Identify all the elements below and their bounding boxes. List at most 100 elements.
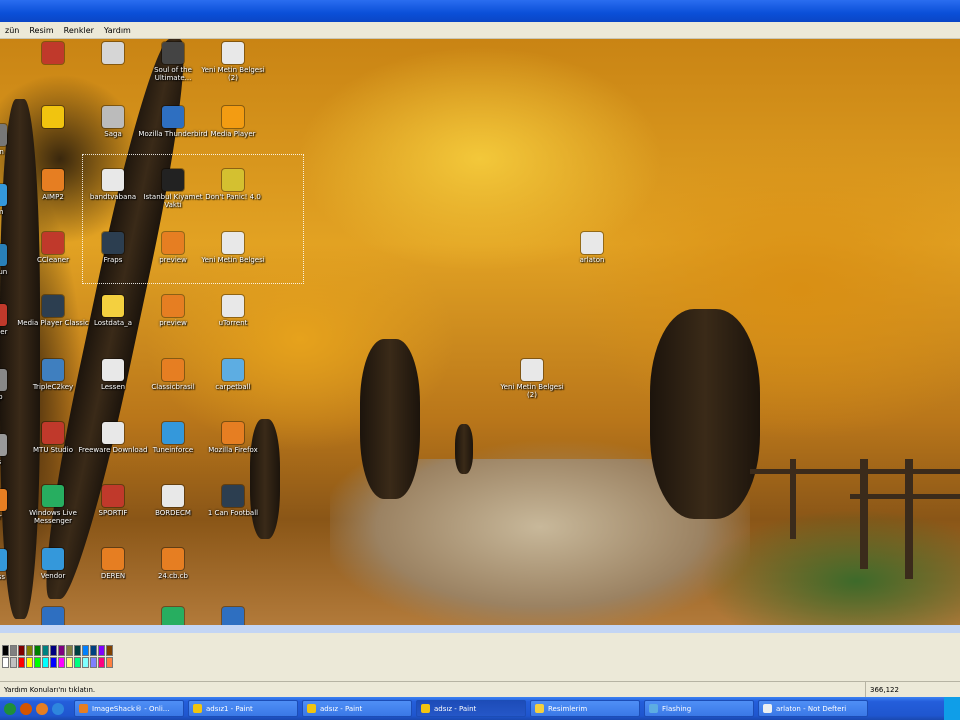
text-document-icon bbox=[102, 359, 124, 381]
color-swatch[interactable] bbox=[10, 645, 17, 656]
color-swatch[interactable] bbox=[74, 645, 81, 656]
color-swatch[interactable] bbox=[18, 657, 25, 668]
color-swatch[interactable] bbox=[42, 645, 49, 656]
app-icon bbox=[0, 369, 7, 391]
color-swatch[interactable] bbox=[82, 645, 89, 656]
color-swatch[interactable] bbox=[98, 645, 105, 656]
color-swatch[interactable] bbox=[90, 645, 97, 656]
taskbar-button[interactable]: adsız1 - Paint bbox=[188, 700, 298, 717]
app-icon bbox=[102, 422, 124, 444]
color-swatch[interactable] bbox=[74, 657, 81, 668]
app-icon bbox=[222, 607, 244, 625]
menu-item-help[interactable]: Yardım bbox=[99, 26, 136, 35]
text-document-icon bbox=[521, 359, 543, 381]
media-player-icon bbox=[222, 106, 244, 128]
task-app-icon bbox=[307, 704, 316, 713]
app-icon bbox=[0, 489, 7, 511]
desktop-icon[interactable] bbox=[17, 607, 89, 625]
firefox-icon bbox=[222, 422, 244, 444]
desktop-icon[interactable]: Media Player bbox=[197, 106, 269, 138]
taskbar-button-label: adsız - Paint bbox=[434, 704, 477, 713]
menu-item-view[interactable]: zün bbox=[0, 26, 24, 35]
taskbar-button[interactable]: arlaton - Not Defteri bbox=[758, 700, 868, 717]
color-swatch[interactable] bbox=[66, 657, 73, 668]
desktop-icon[interactable]: 24.cb.cb bbox=[137, 548, 209, 580]
desktop-icon[interactable]: uTorrent bbox=[197, 295, 269, 327]
taskbar-button[interactable]: Resimlerim bbox=[530, 700, 640, 717]
color-swatch[interactable] bbox=[34, 645, 41, 656]
game-icon bbox=[102, 106, 124, 128]
tree-trunk bbox=[360, 339, 420, 499]
color-swatch[interactable] bbox=[18, 645, 25, 656]
image-icon bbox=[162, 548, 184, 570]
taskbar-button[interactable]: Flashing bbox=[644, 700, 754, 717]
status-help-text: Yardım Konuları'nı tıklatın. bbox=[4, 686, 96, 694]
task-app-icon bbox=[79, 704, 88, 713]
quick-launch-icon[interactable] bbox=[20, 702, 32, 715]
status-bar: Yardım Konuları'nı tıklatın. 366,122 bbox=[0, 681, 960, 698]
desktop-icon[interactable]: Yeni Metin Belgesi bbox=[197, 232, 269, 264]
app-icon bbox=[102, 485, 124, 507]
color-swatch[interactable] bbox=[106, 645, 113, 656]
app-icon bbox=[162, 607, 184, 625]
color-swatch[interactable] bbox=[42, 657, 49, 668]
taskbar-button-label: ImageShack® - Onli... bbox=[92, 704, 170, 713]
color-swatch[interactable] bbox=[26, 645, 33, 656]
system-tray[interactable] bbox=[944, 697, 960, 720]
desktop-icon[interactable]: Yeni Metin Belgesi (2) bbox=[496, 359, 568, 399]
app-icon bbox=[222, 359, 244, 381]
taskbar: ImageShack® - Onli... adsız1 - Paint adsız… bbox=[0, 697, 960, 720]
task-app-icon bbox=[763, 704, 772, 713]
app-icon bbox=[0, 124, 7, 146]
color-palette bbox=[2, 645, 113, 668]
color-swatch[interactable] bbox=[66, 645, 73, 656]
menu-item-colors[interactable]: Renkler bbox=[59, 26, 99, 35]
taskbar-button[interactable]: adsız - Paint bbox=[302, 700, 412, 717]
app-icon bbox=[42, 359, 64, 381]
color-swatch[interactable] bbox=[26, 657, 33, 668]
color-box bbox=[0, 625, 960, 682]
quick-launch-icon[interactable] bbox=[4, 702, 16, 715]
app-icon bbox=[0, 244, 7, 266]
color-swatch[interactable] bbox=[2, 645, 9, 656]
quick-launch bbox=[0, 702, 74, 715]
color-swatch[interactable] bbox=[2, 657, 9, 668]
text-document-icon bbox=[222, 232, 244, 254]
quick-launch-icon[interactable] bbox=[36, 702, 48, 715]
color-swatch[interactable] bbox=[82, 657, 89, 668]
fence-post bbox=[790, 459, 796, 539]
color-swatch[interactable] bbox=[98, 657, 105, 668]
taskbar-button-label: Flashing bbox=[662, 704, 692, 713]
taskbar-button[interactable]: ImageShack® - Onli... bbox=[74, 700, 184, 717]
desktop-icon[interactable] bbox=[197, 607, 269, 625]
app-icon bbox=[42, 422, 64, 444]
desktop-icon[interactable]: arlaton bbox=[556, 232, 628, 264]
desktop-icon[interactable]: carpetball bbox=[197, 359, 269, 391]
desktop-icon[interactable]: Yeni Metin Belgesi (2) bbox=[197, 42, 269, 82]
image-icon bbox=[162, 295, 184, 317]
color-swatch[interactable] bbox=[58, 645, 65, 656]
color-swatch[interactable] bbox=[50, 645, 57, 656]
game-icon bbox=[162, 169, 184, 191]
color-swatch[interactable] bbox=[10, 657, 17, 668]
paint-canvas[interactable]: aren ilem ssojun reader app fos yer ines… bbox=[0, 39, 960, 625]
task-app-icon bbox=[421, 704, 430, 713]
task-app-icon bbox=[649, 704, 658, 713]
color-swatch[interactable] bbox=[90, 657, 97, 668]
color-swatch[interactable] bbox=[34, 657, 41, 668]
color-swatch[interactable] bbox=[106, 657, 113, 668]
text-document-icon bbox=[581, 232, 603, 254]
fraps-icon bbox=[102, 232, 124, 254]
game-icon bbox=[162, 42, 184, 64]
app-icon bbox=[0, 304, 7, 326]
image-icon bbox=[162, 422, 184, 444]
desktop-icon[interactable]: 1 Can Football bbox=[197, 485, 269, 517]
quick-launch-icon[interactable] bbox=[52, 702, 64, 715]
color-swatch[interactable] bbox=[50, 657, 57, 668]
taskbar-button[interactable]: adsız - Paint bbox=[416, 700, 526, 717]
desktop-icon[interactable]: Don't Panic! 4.0 bbox=[197, 169, 269, 201]
menu-item-image[interactable]: Resim bbox=[24, 26, 58, 35]
desktop-icon[interactable]: Mozilla Firefox bbox=[197, 422, 269, 454]
window-title-bar[interactable] bbox=[0, 0, 960, 22]
color-swatch[interactable] bbox=[58, 657, 65, 668]
